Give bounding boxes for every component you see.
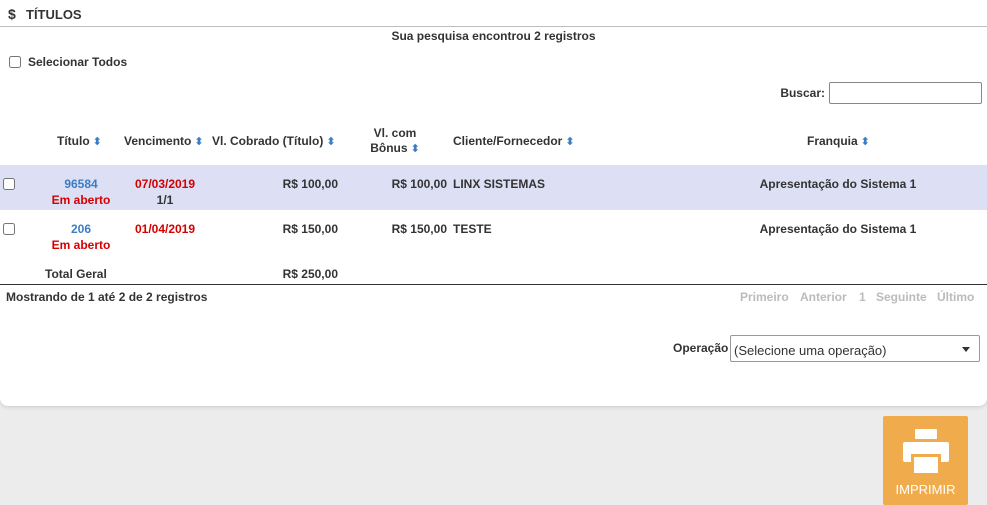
printer-icon [903,429,949,473]
cliente-value: LINX SISTEMAS [453,177,546,191]
sort-icon: ⬍ [565,136,575,148]
sort-icon: ⬍ [860,136,870,148]
table-row: 96584 Em aberto 07/03/2019 1/1 R$ 100,00… [0,165,987,210]
total-label: Total Geral [45,267,107,281]
column-header-vencimento[interactable]: Vencimento ⬍ [124,134,204,148]
print-button-label: IMPRIMIR [895,482,956,497]
search-input[interactable] [829,82,982,104]
column-header-cliente[interactable]: Cliente/Fornecedor ⬍ [453,134,575,148]
column-label-line2: Bônus [370,141,408,155]
select-all[interactable]: Selecionar Todos [9,55,127,69]
total-value: R$ 250,00 [282,267,338,281]
column-header-titulo[interactable]: Título ⬍ [57,134,102,148]
panel-header: $ TÍTULOS [0,0,987,27]
status-badge: Em aberto [51,193,111,207]
panel-title: TÍTULOS [26,7,82,22]
column-header-franquia[interactable]: Franquia ⬍ [807,134,870,148]
pager-next[interactable]: Seguinte [876,290,927,304]
franquia-value: Apresentação do Sistema 1 [759,177,917,191]
row-checkbox[interactable] [3,223,15,235]
operation-label: Operação [673,341,729,355]
pager-page-1[interactable]: 1 [859,290,866,304]
sort-icon: ⬍ [92,136,102,148]
sort-icon: ⬍ [194,136,204,148]
search-box: Buscar: [780,82,982,104]
chevron-down-icon [962,347,970,352]
franquia-value: Apresentação do Sistema 1 [759,222,917,236]
column-label: Vl. Cobrado (Título) [212,134,324,148]
status-badge: Em aberto [51,238,111,252]
column-label: Vencimento [124,134,192,148]
pager-first[interactable]: Primeiro [740,290,789,304]
sort-icon: ⬍ [410,143,420,155]
vencimento-value: 07/03/2019 [134,177,196,191]
select-all-checkbox[interactable] [9,56,21,68]
titulo-link[interactable]: 206 [51,222,111,236]
select-all-label: Selecionar Todos [28,55,128,69]
vl-cobrado-value: R$ 100,00 [282,177,338,191]
search-label: Buscar: [780,86,825,100]
pager-previous[interactable]: Anterior [800,290,847,304]
vl-cobrado-value: R$ 150,00 [282,222,338,236]
column-label: Cliente/Fornecedor [453,134,563,148]
vl-bonus-value: R$ 150,00 [391,222,447,236]
pager-last[interactable]: Último [937,290,974,304]
vencimento-value: 01/04/2019 [134,222,196,236]
cliente-value: TESTE [453,222,492,236]
column-label: Franquia [807,134,858,148]
operation-select[interactable]: (Selecione uma operação) [730,335,980,362]
column-header-vl-cobrado[interactable]: Vl. Cobrado (Título) ⬍ [212,134,336,148]
column-label-line1: Vl. com [373,126,417,140]
print-button[interactable]: IMPRIMIR [883,416,968,505]
parcela-value: 1/1 [156,193,174,207]
column-header-vl-bonus[interactable]: Vl. com Bônus ⬍ [365,126,425,157]
titulo-link[interactable]: 96584 [51,177,111,191]
column-label: Título [57,134,90,148]
records-info: Mostrando de 1 até 2 de 2 registros [6,290,208,304]
titulos-panel: $ TÍTULOS Sua pesquisa encontrou 2 regis… [0,0,987,406]
search-result-count: Sua pesquisa encontrou 2 registros [391,29,596,43]
dollar-icon: $ [8,6,16,22]
row-checkbox[interactable] [3,178,15,190]
sort-icon: ⬍ [326,136,336,148]
vl-bonus-value: R$ 100,00 [391,177,447,191]
divider [0,284,987,285]
operation-selected-value: (Selecione uma operação) [734,343,887,358]
table-row: 206 Em aberto 01/04/2019 R$ 150,00 R$ 15… [0,210,987,255]
